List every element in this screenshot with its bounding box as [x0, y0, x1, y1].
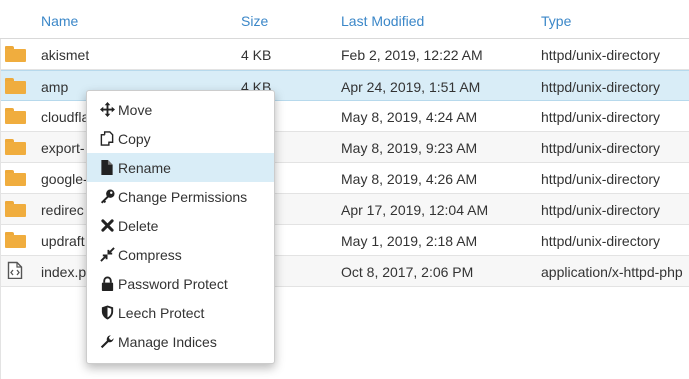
file-type: httpd/unix-directory	[541, 202, 661, 218]
column-header-name[interactable]: Name	[41, 13, 78, 29]
menu-item-copy[interactable]: Copy	[87, 124, 274, 153]
column-header-last-modified[interactable]: Last Modified	[341, 13, 424, 29]
move-icon	[99, 102, 115, 118]
folder-icon	[5, 231, 27, 249]
file-name[interactable]: google-	[41, 171, 88, 187]
menu-item-label: Copy	[118, 130, 151, 147]
column-header-type[interactable]: Type	[541, 13, 571, 29]
file-type: httpd/unix-directory	[541, 47, 661, 63]
menu-item-manage-indices[interactable]: Manage Indices	[87, 327, 274, 356]
wrench-icon	[99, 334, 115, 350]
folder-icon	[5, 200, 27, 218]
table-left-border	[0, 39, 1, 379]
file-last-modified: Oct 8, 2017, 2:06 PM	[341, 264, 474, 280]
file-last-modified: Feb 2, 2019, 12:22 AM	[341, 47, 483, 63]
menu-item-label: Move	[118, 101, 153, 118]
shield-icon	[99, 305, 115, 321]
menu-item-label: Manage Indices	[118, 333, 217, 350]
file-type: application/x-httpd-php	[541, 264, 683, 280]
folder-icon	[5, 138, 27, 156]
file-last-modified: May 8, 2019, 4:24 AM	[341, 109, 478, 125]
lock-icon	[99, 276, 115, 292]
menu-item-leech-protect[interactable]: Leech Protect	[87, 298, 274, 327]
menu-item-label: Password Protect	[118, 275, 228, 292]
context-menu: Move Copy Rename Change Permissions Delete Co…	[86, 90, 275, 364]
menu-item-label: Compress	[118, 246, 182, 263]
menu-item-move[interactable]: Move	[87, 95, 274, 124]
file-last-modified: Apr 24, 2019, 1:51 AM	[341, 79, 481, 95]
copy-icon	[99, 131, 115, 147]
file-icon	[99, 160, 115, 176]
file-name[interactable]: redirec	[41, 202, 84, 218]
file-type: httpd/unix-directory	[541, 233, 661, 249]
menu-item-delete[interactable]: Delete	[87, 211, 274, 240]
file-type: httpd/unix-directory	[541, 171, 661, 187]
file-name[interactable]: export-	[41, 140, 85, 156]
file-size: 4 KB	[241, 47, 272, 63]
folder-icon	[5, 77, 27, 95]
folder-icon	[5, 45, 27, 63]
file-last-modified: May 8, 2019, 4:26 AM	[341, 171, 478, 187]
folder-icon	[5, 169, 27, 187]
file-name[interactable]: updraft	[41, 233, 85, 249]
file-name[interactable]: cloudfla	[41, 109, 89, 125]
file-name[interactable]: amp	[41, 79, 68, 95]
compress-icon	[99, 247, 115, 263]
table-header: Name Size Last Modified Type	[0, 0, 689, 39]
menu-item-label: Change Permissions	[118, 188, 248, 205]
file-name[interactable]: index.p	[41, 264, 86, 280]
key-icon	[99, 189, 115, 205]
menu-item-label: Rename	[118, 159, 171, 176]
table-row[interactable]: akismet 4 KB Feb 2, 2019, 12:22 AM httpd/un…	[0, 39, 689, 70]
folder-icon	[5, 107, 27, 125]
file-type: httpd/unix-directory	[541, 140, 661, 156]
menu-item-compress[interactable]: Compress	[87, 240, 274, 269]
file-type: httpd/unix-directory	[541, 109, 661, 125]
file-last-modified: May 8, 2019, 9:23 AM	[341, 140, 478, 156]
file-last-modified: Apr 17, 2019, 12:04 AM	[341, 202, 489, 218]
menu-item-change-permissions[interactable]: Change Permissions	[87, 182, 274, 211]
column-header-size[interactable]: Size	[241, 13, 268, 29]
file-last-modified: May 1, 2019, 2:18 AM	[341, 233, 478, 249]
file-name[interactable]: akismet	[41, 47, 89, 63]
menu-item-label: Delete	[118, 217, 159, 234]
close-icon	[99, 218, 115, 234]
code-file-icon	[7, 261, 29, 279]
file-type: httpd/unix-directory	[541, 79, 661, 95]
menu-item-rename[interactable]: Rename	[87, 153, 274, 182]
menu-item-password-protect[interactable]: Password Protect	[87, 269, 274, 298]
menu-item-label: Leech Protect	[118, 304, 205, 321]
